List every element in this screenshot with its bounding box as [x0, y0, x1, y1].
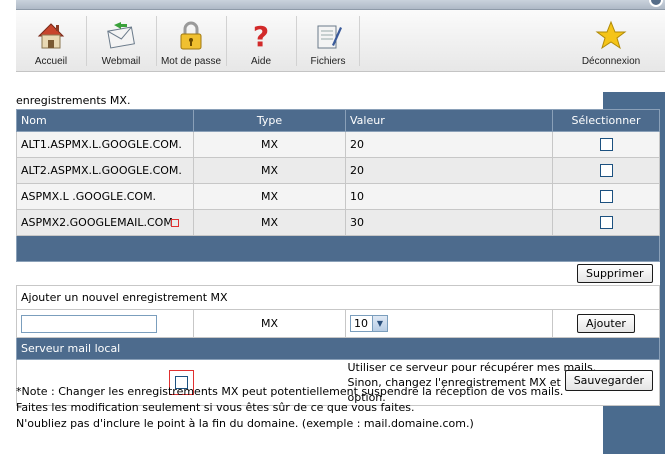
toolbar-webmail-button[interactable]: Webmail [87, 10, 155, 72]
record-type: MX [193, 209, 346, 236]
add-priority-cell: 10 ▼ [345, 309, 553, 338]
record-name-cell: ASPMX2.GOOGLEMAIL.COM [16, 209, 194, 236]
local-server-title: Serveur mail local [16, 337, 660, 360]
record-type: MX [193, 183, 346, 210]
record-select-checkbox[interactable] [599, 190, 613, 204]
toolbar-password-button[interactable]: Mot de passe [157, 10, 225, 72]
record-select-checkbox[interactable] [599, 164, 613, 178]
record-type: MX [193, 157, 346, 184]
record-value: 30 [345, 209, 553, 236]
add-record-title-row: Ajouter un nouvel enregistrement MX [16, 285, 660, 310]
webmail-icon [107, 22, 135, 49]
intro-text: enregistrements MX. [16, 94, 131, 107]
record-name: ASPMX.L .GOOGLE.COM. [16, 183, 194, 210]
toolbar-webmail-label: Webmail [101, 56, 141, 67]
record-name: ASPMX2.GOOGLEMAIL.COM [21, 216, 173, 229]
add-name-input[interactable] [21, 314, 157, 333]
note-line: Faites les modification seulement si vou… [16, 401, 415, 414]
priority-select-value: 10 [354, 317, 368, 330]
column-header-select: Sélectionner [552, 109, 660, 132]
column-header-type: Type [193, 109, 346, 132]
chevron-down-icon: ▼ [372, 316, 387, 331]
toolbar-home-button[interactable]: Accueil [16, 10, 86, 72]
add-name-cell [16, 309, 194, 338]
toolbar-home-label: Accueil [34, 56, 68, 67]
add-record-title: Ajouter un nouvel enregistrement MX [16, 285, 660, 310]
record-select-checkbox[interactable] [599, 138, 613, 152]
record-select-cell [552, 157, 660, 184]
add-record-row: MX 10 ▼ Ajouter [16, 309, 660, 338]
record-select-cell [552, 131, 660, 158]
delete-button[interactable]: Supprimer [576, 264, 653, 283]
window-corner-button[interactable] [649, 0, 663, 7]
note-line: N'oubliez pas d'inclure le point à la fi… [16, 417, 474, 430]
record-name: ALT2.ASPMX.L.GOOGLE.COM. [16, 157, 194, 184]
svg-text:?: ? [253, 20, 269, 53]
record-name: ALT1.ASPMX.L.GOOGLE.COM. [16, 131, 194, 158]
toolbar-help-button[interactable]: ? Aide [227, 10, 295, 72]
toolbar-logout-label: Déconnexion [581, 56, 641, 67]
toolbar-files-label: Fichiers [310, 56, 346, 67]
add-button-cell: Ajouter [552, 309, 660, 338]
record-value: 20 [345, 131, 553, 158]
table-row: ALT2.ASPMX.L.GOOGLE.COM. MX 20 [16, 157, 660, 184]
toolbar-files-button[interactable]: Fichiers [297, 10, 359, 72]
priority-select[interactable]: 10 ▼ [350, 315, 388, 332]
record-value: 20 [345, 157, 553, 184]
help-icon: ? [253, 20, 269, 53]
record-select-cell [552, 209, 660, 236]
toolbar-password-label: Mot de passe [160, 56, 222, 67]
window-top-strip [16, 0, 665, 10]
star-icon [595, 20, 627, 50]
toolbar-help-label: Aide [250, 56, 271, 67]
table-row: ALT1.ASPMX.L.GOOGLE.COM. MX 20 [16, 131, 660, 158]
missing-dot-highlight [170, 219, 179, 227]
home-icon [37, 23, 65, 49]
column-header-name: Nom [16, 109, 194, 132]
table-row: ASPMX2.GOOGLEMAIL.COM MX 30 [16, 209, 660, 236]
files-icon [317, 25, 342, 49]
note-line: *Note : Changer les enregistrements MX p… [16, 385, 564, 398]
add-type: MX [193, 309, 346, 338]
column-header-value: Valeur [345, 109, 553, 132]
save-button[interactable]: Sauvegarder [564, 370, 653, 391]
record-value: 10 [345, 183, 553, 210]
record-type: MX [193, 131, 346, 158]
toolbar: Accueil Webmail Mot de passe ? Aide Fich… [16, 10, 665, 72]
delete-row: Supprimer [16, 261, 660, 286]
lock-icon [180, 21, 202, 50]
table-divider-bar [16, 235, 660, 262]
toolbar-logout-button[interactable]: Déconnexion [574, 10, 648, 72]
notes: *Note : Changer les enregistrements MX p… [16, 384, 563, 432]
table-row: ASPMX.L .GOOGLE.COM. MX 10 [16, 183, 660, 210]
mx-records-table: Nom Type Valeur Sélectionner ALT1.ASPMX.… [16, 109, 660, 406]
add-button[interactable]: Ajouter [577, 314, 635, 333]
local-server-header-row: Serveur mail local [16, 337, 660, 360]
record-select-checkbox[interactable] [599, 216, 613, 230]
record-select-cell [552, 183, 660, 210]
table-header-row: Nom Type Valeur Sélectionner [16, 109, 660, 132]
toolbar-separator [359, 16, 360, 66]
